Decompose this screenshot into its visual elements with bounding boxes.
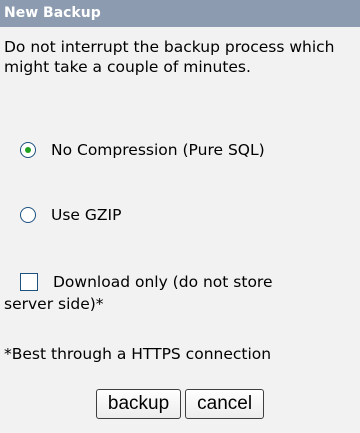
download-only-checkbox[interactable] bbox=[20, 273, 38, 291]
button-row: backup cancel bbox=[0, 389, 360, 419]
intro-text: Do not interrupt the backup process whic… bbox=[4, 38, 335, 76]
cancel-button[interactable]: cancel bbox=[185, 389, 265, 419]
radio-selected-dot bbox=[25, 147, 31, 153]
option-gzip[interactable]: Use GZIP bbox=[20, 206, 121, 224]
gzip-label: Use GZIP bbox=[51, 206, 122, 224]
option-no-compression[interactable]: No Compression (Pure SQL) bbox=[20, 141, 265, 159]
new-backup-panel: New Backup Do not interrupt the backup p… bbox=[0, 0, 360, 433]
no-compression-label: No Compression (Pure SQL) bbox=[51, 141, 265, 159]
download-only-label-line1: Download only (do not store bbox=[53, 273, 273, 291]
gzip-radio[interactable] bbox=[20, 207, 36, 223]
backup-button[interactable]: backup bbox=[95, 389, 182, 419]
download-only-label-line2: server side)* bbox=[4, 295, 104, 313]
panel-title: New Backup bbox=[0, 0, 360, 27]
no-compression-radio[interactable] bbox=[20, 142, 36, 158]
download-only-option[interactable]: Download only (do not store server side)… bbox=[4, 271, 356, 315]
https-note: *Best through a HTTPS connection bbox=[4, 345, 272, 363]
